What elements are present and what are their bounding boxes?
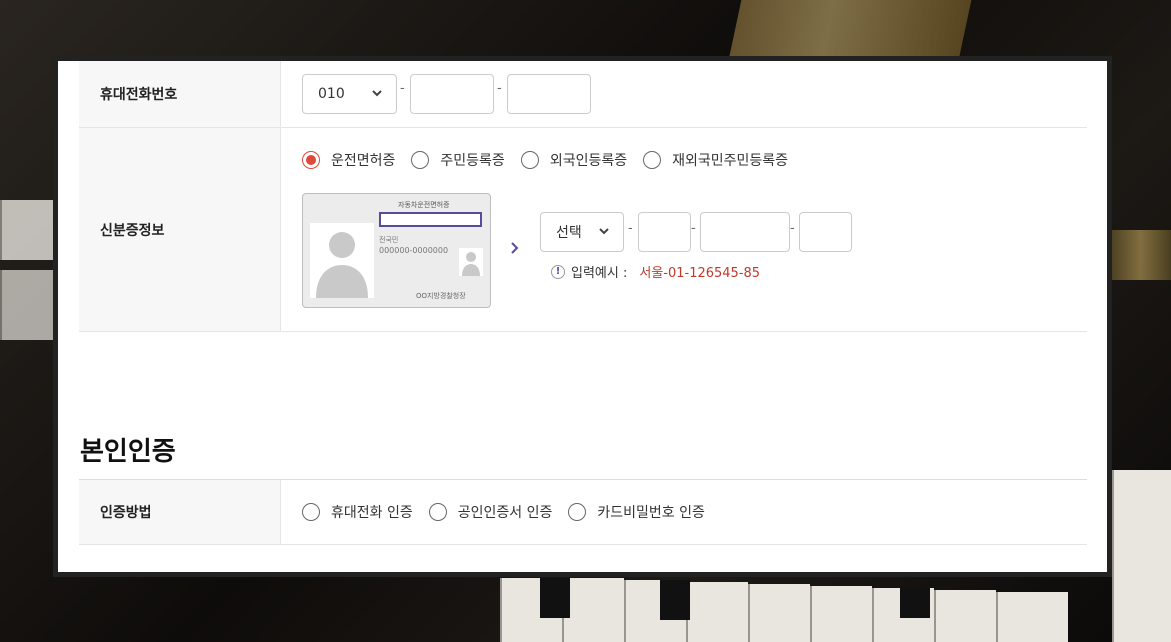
radio-circle[interactable]	[643, 151, 662, 169]
license-dash-3: -	[790, 221, 795, 236]
radio-alien-card[interactable]: 외국인등록증	[520, 150, 628, 170]
radio-certificate-verification[interactable]: 공인인증서 인증	[428, 502, 553, 522]
identity-form-card: 휴대전화번호 010 - - 신분증정보 운전면허증 주민등록증 외국인등록증 …	[53, 56, 1112, 577]
radio-circle[interactable]	[411, 151, 430, 169]
verification-method-row: 인증방법 휴대전화 인증 공인인증서 인증 카드비밀번호 인증	[79, 480, 1087, 545]
radio-label: 재외국민주민등록증	[672, 153, 789, 169]
driver-license-illustration: 자동차운전면허증 전국민 000000-0000000 OO지방경찰청장	[302, 193, 491, 308]
radio-resident-card[interactable]: 주민등록증	[411, 150, 505, 170]
card-number: 000000-0000000	[379, 246, 449, 255]
radio-label: 카드비밀번호 인증	[597, 505, 705, 521]
radio-card-password-verification[interactable]: 카드비밀번호 인증	[568, 502, 705, 522]
radio-circle[interactable]	[568, 503, 587, 521]
exclamation-icon: !	[551, 264, 565, 279]
phone-dash-1: -	[400, 81, 405, 96]
card-name: 전국민	[379, 236, 399, 244]
id-info-label: 신분증정보	[79, 128, 281, 331]
example-value: 서울-01-126545-85	[639, 266, 761, 281]
radio-circle[interactable]	[520, 151, 539, 169]
phone-prefix-value: 010	[318, 86, 345, 102]
radio-label: 주민등록증	[440, 153, 505, 169]
radio-label: 공인인증서 인증	[457, 505, 553, 521]
license-check-input[interactable]	[799, 212, 852, 252]
radio-overseas-resident-card[interactable]: 재외국민주민등록증	[643, 150, 788, 170]
radio-label: 운전면허증	[331, 153, 396, 169]
phone-last-input[interactable]	[507, 74, 591, 114]
radio-circle-selected[interactable]	[302, 151, 320, 169]
region-select[interactable]: 선택	[540, 212, 624, 252]
section-title-verification: 본인인증	[80, 437, 176, 467]
phone-row: 휴대전화번호 010 - -	[79, 61, 1087, 128]
region-select-value: 선택	[556, 225, 582, 241]
chevron-right-icon	[511, 242, 519, 254]
small-photo-icon	[459, 248, 483, 276]
chevron-down-icon	[599, 228, 609, 235]
phone-label: 휴대전화번호	[79, 61, 281, 127]
license-serial-input[interactable]	[700, 212, 790, 252]
input-example-hint: ! 입력예시 : 서울-01-126545-85	[551, 262, 760, 281]
id-info-row: 신분증정보 운전면허증 주민등록증 외국인등록증 재외국민주민등록증 자동차운전…	[79, 128, 1087, 332]
license-dash-2: -	[691, 221, 696, 236]
radio-phone-verification[interactable]: 휴대전화 인증	[302, 502, 413, 522]
license-dash-1: -	[628, 221, 633, 236]
phone-prefix-select[interactable]: 010	[302, 74, 397, 114]
card-issuer: OO지방경찰청장	[416, 292, 466, 300]
phone-dash-2: -	[497, 81, 502, 96]
example-label: 입력예시 :	[571, 266, 628, 281]
radio-driver-license[interactable]: 운전면허증	[302, 150, 395, 170]
person-silhouette-icon	[310, 223, 374, 298]
radio-circle[interactable]	[302, 503, 320, 521]
license-year-input[interactable]	[638, 212, 691, 252]
radio-circle[interactable]	[428, 503, 447, 521]
card-title: 자동차운전면허증	[398, 201, 450, 209]
radio-label: 외국인등록증	[549, 153, 628, 169]
verification-method-label: 인증방법	[79, 480, 281, 544]
phone-middle-input[interactable]	[410, 74, 494, 114]
chevron-down-icon	[372, 90, 382, 97]
radio-label: 휴대전화 인증	[331, 505, 413, 521]
license-number-highlight	[379, 212, 482, 227]
